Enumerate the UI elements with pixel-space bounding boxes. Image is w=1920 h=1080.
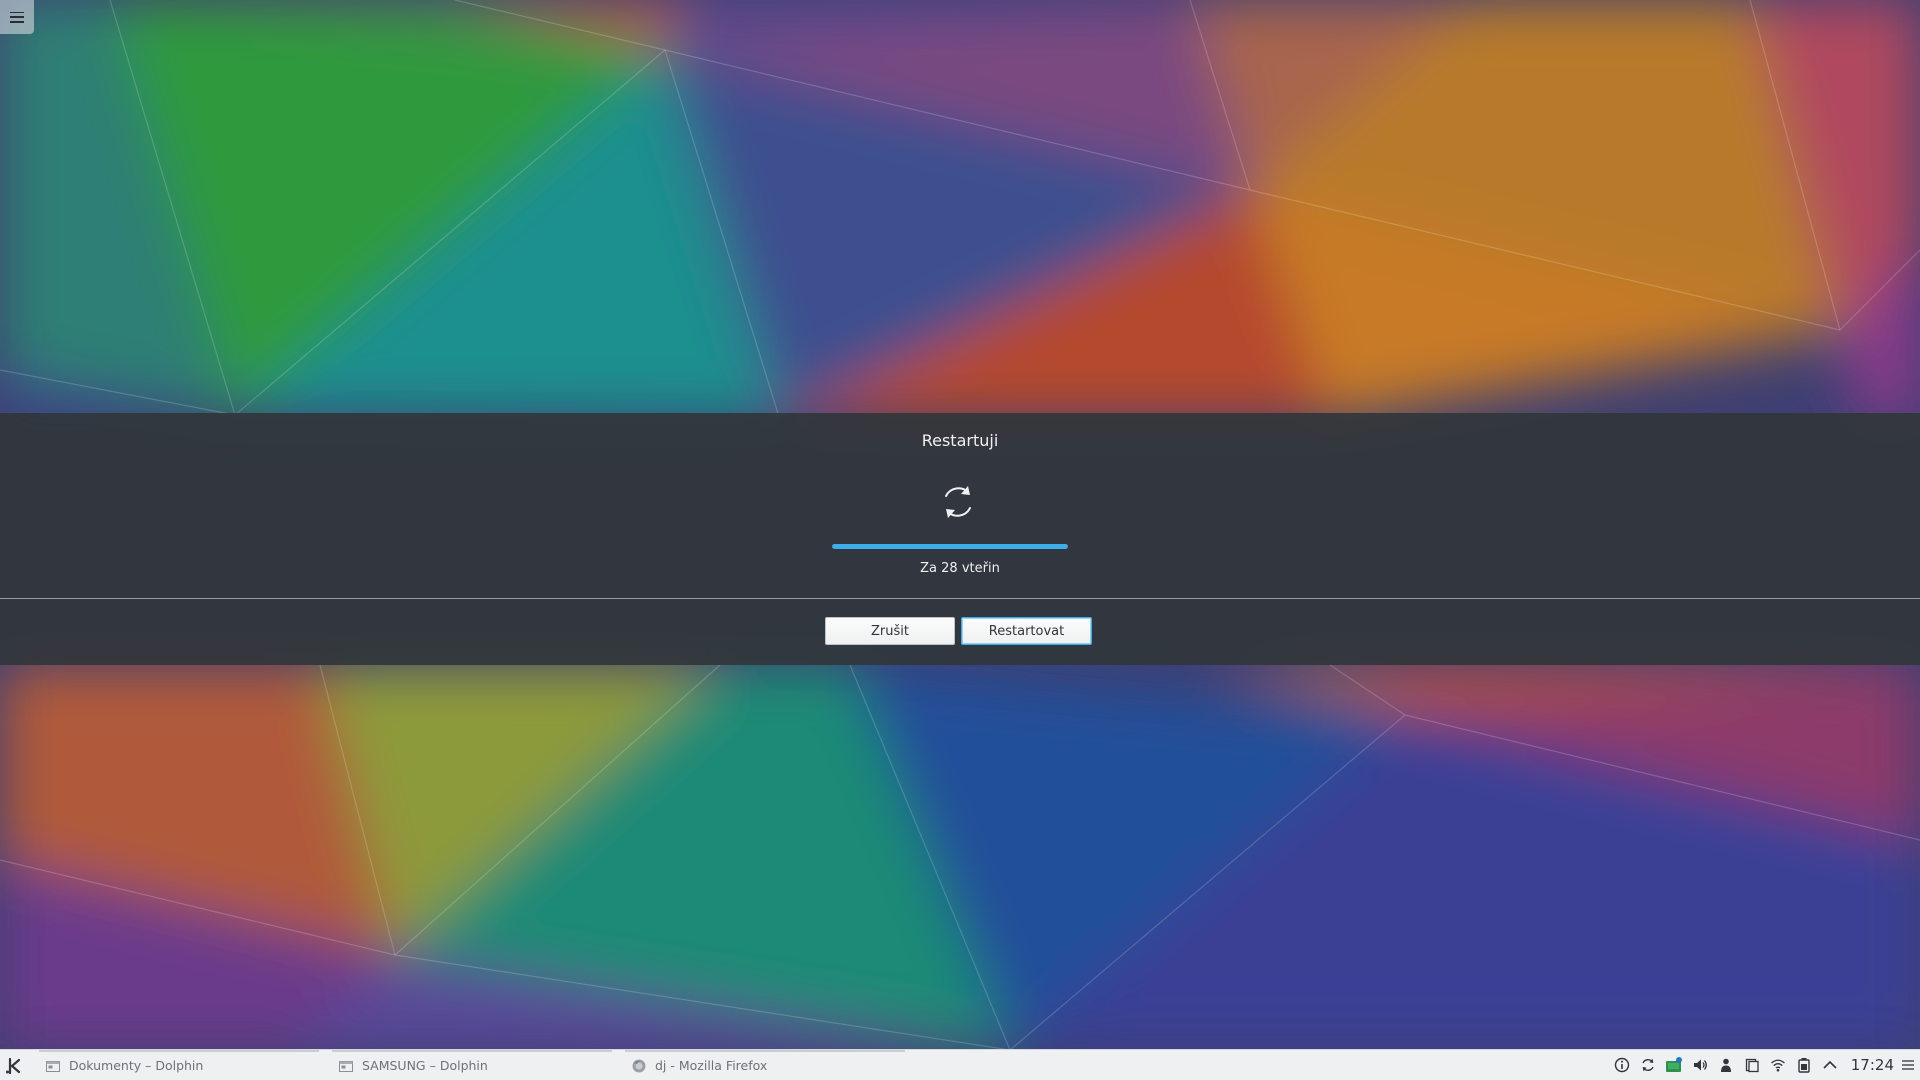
digital-clock[interactable]: 17:24 bbox=[1851, 1056, 1894, 1074]
task-label: dj - Mozilla Firefox bbox=[655, 1058, 768, 1073]
folder-window-icon bbox=[339, 1060, 353, 1072]
battery-icon[interactable] bbox=[1795, 1056, 1813, 1074]
task-label: SAMSUNG – Dolphin bbox=[362, 1058, 488, 1073]
device-notifier-icon[interactable] bbox=[1665, 1056, 1683, 1074]
countdown-progress-bar bbox=[832, 544, 1068, 549]
task-dolphin-samsung[interactable]: SAMSUNG – Dolphin bbox=[328, 1050, 616, 1079]
task-firefox[interactable]: dj - Mozilla Firefox bbox=[621, 1050, 909, 1079]
desktop: Restartuji Za 28 vteřin Zrušit Restartov… bbox=[0, 0, 1920, 1080]
hamburger-icon bbox=[10, 11, 24, 23]
update-icon[interactable] bbox=[1639, 1056, 1657, 1074]
folder-window-icon bbox=[46, 1060, 60, 1072]
firefox-icon bbox=[632, 1059, 646, 1072]
restart-button[interactable]: Restartovat bbox=[961, 617, 1092, 645]
progress-fill bbox=[832, 544, 1068, 549]
countdown-label: Za 28 vteřin bbox=[920, 561, 1000, 576]
expand-tray-icon[interactable] bbox=[1821, 1056, 1839, 1074]
volume-icon[interactable] bbox=[1691, 1056, 1709, 1074]
restart-icon bbox=[945, 486, 971, 518]
user-icon[interactable] bbox=[1717, 1056, 1735, 1074]
dialog-separator bbox=[0, 598, 1920, 599]
clipboard-icon[interactable] bbox=[1743, 1056, 1761, 1074]
wifi-icon[interactable] bbox=[1769, 1056, 1787, 1074]
logout-dialog: Restartuji Za 28 vteřin Zrušit Restartov… bbox=[0, 413, 1920, 665]
task-dolphin-dokumenty[interactable]: Dokumenty – Dolphin bbox=[35, 1050, 323, 1079]
taskbar: Dokumenty – Dolphin SAMSUNG – Dolphin dj… bbox=[0, 1049, 1920, 1080]
dialog-title: Restartuji bbox=[921, 431, 999, 450]
panel-menu-icon[interactable] bbox=[1900, 1056, 1916, 1074]
desktop-toolbox-button[interactable] bbox=[0, 0, 34, 34]
application-launcher-button[interactable] bbox=[2, 1054, 26, 1078]
kde-launcher-icon bbox=[6, 1057, 21, 1075]
task-label: Dokumenty – Dolphin bbox=[69, 1058, 204, 1073]
cancel-button[interactable]: Zrušit bbox=[825, 617, 955, 645]
info-icon[interactable] bbox=[1613, 1056, 1631, 1074]
system-tray: 17:24 bbox=[1609, 1050, 1920, 1080]
